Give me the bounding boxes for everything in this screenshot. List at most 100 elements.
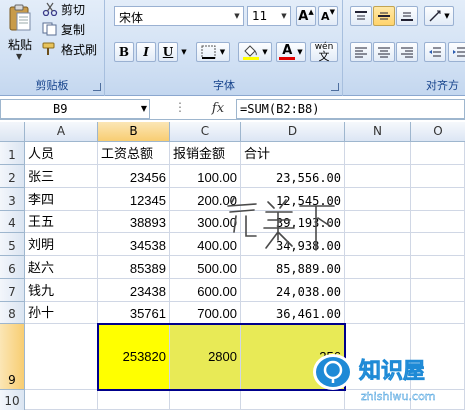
bold-button[interactable]: B <box>114 42 134 62</box>
cell-d7[interactable]: 24,038.00 <box>241 279 345 302</box>
align-middle-button[interactable] <box>373 6 395 26</box>
splitter-handle[interactable]: ⋮ <box>174 100 186 114</box>
row-header-6[interactable]: 6 <box>0 256 25 279</box>
cell-d1[interactable]: 合计 <box>241 142 345 165</box>
cell-c1[interactable]: 报销金额 <box>170 142 241 165</box>
column-header-o[interactable]: O <box>411 122 465 142</box>
cell-o9[interactable] <box>411 324 465 390</box>
cell-a4[interactable]: 王五 <box>25 211 98 233</box>
insert-function-button[interactable]: fx <box>205 99 231 119</box>
cell-a2[interactable]: 张三 <box>25 165 98 188</box>
cell-c5[interactable]: 400.00 <box>170 233 241 256</box>
cell-c3[interactable]: 200.00 <box>170 188 241 211</box>
row-header-10[interactable]: 10 <box>0 390 25 410</box>
font-dialog-launcher-icon[interactable] <box>331 83 339 91</box>
format-painter-button[interactable]: 格式刷 <box>42 40 97 58</box>
cell-b10[interactable] <box>98 390 170 410</box>
cell-n8[interactable] <box>345 302 411 324</box>
cell-c10[interactable] <box>170 390 241 410</box>
cell-n7[interactable] <box>345 279 411 302</box>
clipboard-dialog-launcher-icon[interactable] <box>93 83 101 91</box>
font-name-combo[interactable]: 宋体 ▼ <box>114 6 244 26</box>
cell-n5[interactable] <box>345 233 411 256</box>
font-size-combo[interactable]: 11 ▼ <box>247 6 291 26</box>
cell-o1[interactable] <box>411 142 465 165</box>
cell-o10[interactable] <box>411 390 465 410</box>
cell-c6[interactable]: 500.00 <box>170 256 241 279</box>
select-all-corner[interactable] <box>0 122 25 142</box>
cell-c8[interactable]: 700.00 <box>170 302 241 324</box>
cell-n2[interactable] <box>345 165 411 188</box>
cell-o3[interactable] <box>411 188 465 211</box>
row-header-8[interactable]: 8 <box>0 302 25 324</box>
cell-b4[interactable]: 38893 <box>98 211 170 233</box>
cell-d8[interactable]: 36,461.00 <box>241 302 345 324</box>
paste-dropdown-icon[interactable]: ▼ <box>16 52 22 61</box>
cell-n3[interactable] <box>345 188 411 211</box>
fill-color-button[interactable]: ▼ <box>238 42 272 62</box>
align-right-button[interactable] <box>396 42 418 62</box>
row-header-4[interactable]: 4 <box>0 211 25 233</box>
underline-dropdown-icon[interactable]: ▼ <box>179 42 189 62</box>
cell-b3[interactable]: 12345 <box>98 188 170 211</box>
chevron-down-icon[interactable]: ▼ <box>141 104 147 113</box>
row-header-5[interactable]: 5 <box>0 233 25 256</box>
row-header-2[interactable]: 2 <box>0 165 25 188</box>
align-center-button[interactable] <box>373 42 395 62</box>
cell-c2[interactable]: 100.00 <box>170 165 241 188</box>
cell-d6[interactable]: 85,889.00 <box>241 256 345 279</box>
cell-n1[interactable] <box>345 142 411 165</box>
cell-o8[interactable] <box>411 302 465 324</box>
name-box[interactable]: B9 ▼ <box>0 99 150 119</box>
cell-o7[interactable] <box>411 279 465 302</box>
cell-c7[interactable]: 600.00 <box>170 279 241 302</box>
cell-o4[interactable] <box>411 211 465 233</box>
underline-button[interactable]: U <box>158 42 178 62</box>
italic-button[interactable]: I <box>136 42 156 62</box>
cell-c4[interactable]: 300.00 <box>170 211 241 233</box>
cell-b5[interactable]: 34538 <box>98 233 170 256</box>
cell-a6[interactable]: 赵六 <box>25 256 98 279</box>
column-header-n[interactable]: N <box>345 122 411 142</box>
orientation-button[interactable]: ▼ <box>424 6 454 26</box>
align-bottom-button[interactable] <box>396 6 418 26</box>
shrink-font-button[interactable]: A ▼ <box>318 6 338 26</box>
row-header-1[interactable]: 1 <box>0 142 25 165</box>
chevron-down-icon[interactable]: ▼ <box>231 7 243 25</box>
cell-a3[interactable]: 李四 <box>25 188 98 211</box>
cell-b9[interactable]: 253820 <box>98 324 170 390</box>
decrease-indent-button[interactable] <box>424 42 446 62</box>
cell-d2[interactable]: 23,556.00 <box>241 165 345 188</box>
cell-o2[interactable] <box>411 165 465 188</box>
cell-d4[interactable]: 39,193.00 <box>241 211 345 233</box>
cut-button[interactable]: 剪切 <box>42 0 85 18</box>
grow-font-button[interactable]: A ▲ <box>296 6 316 26</box>
cell-b2[interactable]: 23456 <box>98 165 170 188</box>
cell-o5[interactable] <box>411 233 465 256</box>
phonetic-button[interactable]: wén 文 <box>310 42 338 62</box>
cell-a5[interactable]: 刘明 <box>25 233 98 256</box>
cell-d5[interactable]: 34,938.00 <box>241 233 345 256</box>
formula-input[interactable]: =SUM(B2:B8) <box>236 99 465 119</box>
copy-button[interactable]: 复制 <box>42 20 85 38</box>
cell-a1[interactable]: 人员 <box>25 142 98 165</box>
paste-button[interactable]: 粘贴 ▼ <box>4 2 36 62</box>
column-header-c[interactable]: C <box>170 122 241 142</box>
cell-a10[interactable] <box>25 390 98 410</box>
cell-a9[interactable] <box>25 324 98 390</box>
cell-b8[interactable]: 35761 <box>98 302 170 324</box>
cell-n9[interactable] <box>345 324 411 390</box>
increase-indent-button[interactable] <box>448 42 465 62</box>
borders-button[interactable]: ▼ <box>196 42 230 62</box>
row-header-3[interactable]: 3 <box>0 188 25 211</box>
cell-n10[interactable] <box>345 390 411 410</box>
cell-d3[interactable]: 12,545.00 <box>241 188 345 211</box>
cell-a8[interactable]: 孙十 <box>25 302 98 324</box>
align-top-button[interactable] <box>350 6 372 26</box>
cell-b1[interactable]: 工资总额 <box>98 142 170 165</box>
cell-c9[interactable]: 2800 <box>170 324 241 390</box>
align-left-button[interactable] <box>350 42 372 62</box>
cell-a7[interactable]: 钱九 <box>25 279 98 302</box>
cell-d9[interactable]: 256 <box>241 324 345 390</box>
font-color-button[interactable]: A ▼ <box>276 42 306 62</box>
